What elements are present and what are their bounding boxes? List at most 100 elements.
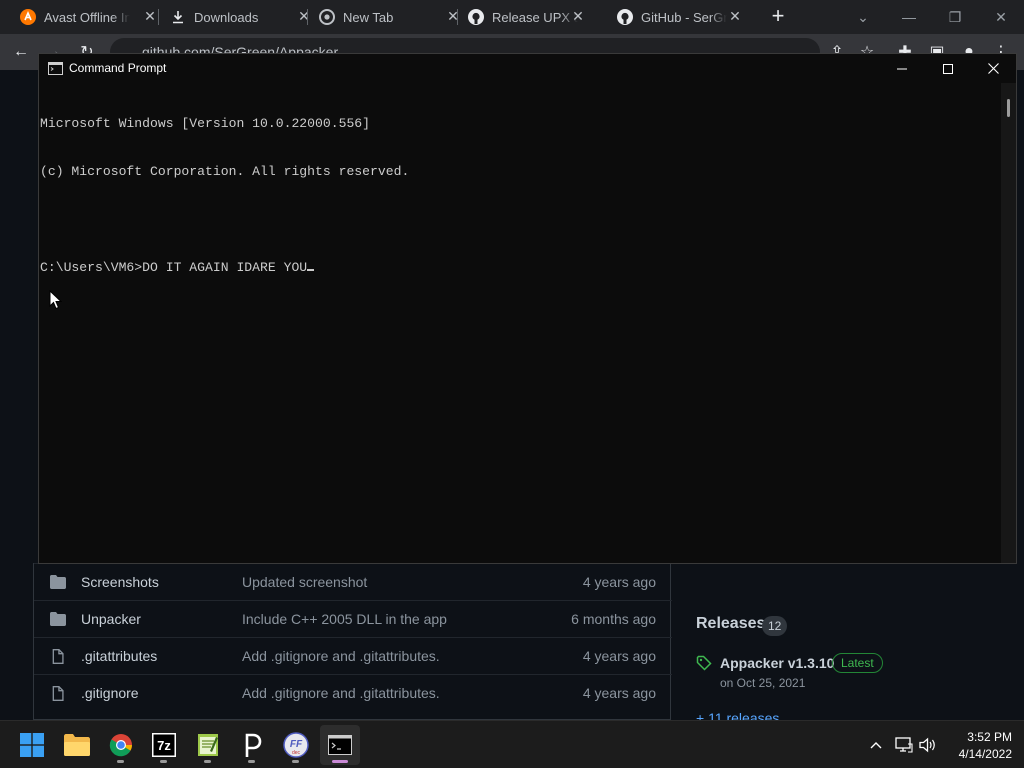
- terminal-prompt-text: C:\Users\VM6>DO IT AGAIN IDARE YOU: [40, 260, 308, 275]
- file-icon: [52, 686, 64, 701]
- terminal-icon: [328, 735, 352, 755]
- tab-title: Avast Offline Installer: [44, 9, 130, 25]
- taskbar-clock-time[interactable]: 3:52 PM: [952, 730, 1012, 744]
- svg-text:FF: FF: [290, 739, 303, 750]
- file-row[interactable]: .gitattributes Add .gitignore and .gitat…: [34, 637, 672, 674]
- back-arrow-icon[interactable]: ←: [10, 41, 32, 63]
- notepad-plus-icon: [198, 734, 218, 756]
- tab-avast[interactable]: Avast Offline Installer ✕: [20, 0, 156, 34]
- terminal-line: Microsoft Windows [Version 10.0.22000.55…: [40, 116, 371, 131]
- running-indicator: [292, 760, 299, 763]
- commit-message[interactable]: Add .gitignore and .gitattributes.: [242, 685, 440, 701]
- cmd-window-title: Command Prompt: [69, 61, 167, 75]
- text-cursor: [307, 269, 315, 271]
- taskbar-ffdec[interactable]: FF dec: [276, 725, 316, 765]
- running-indicator: [204, 760, 211, 763]
- taskbar-file-explorer[interactable]: [57, 725, 97, 765]
- tab-title: Downloads: [194, 9, 259, 25]
- tab-downloads[interactable]: Downloads ✕: [170, 0, 310, 34]
- close-icon[interactable]: ✕: [570, 8, 586, 24]
- commit-age: 6 months ago: [571, 611, 656, 627]
- volume-icon[interactable]: [918, 735, 938, 755]
- restore-icon[interactable]: ❐: [932, 0, 978, 34]
- file-explorer-icon: [64, 734, 90, 756]
- tab-separator: [158, 9, 159, 25]
- maximize-icon[interactable]: [925, 54, 971, 83]
- github-icon: [617, 9, 633, 25]
- close-icon[interactable]: ✕: [445, 8, 461, 24]
- commit-message[interactable]: Include C++ 2005 DLL in the app: [242, 611, 447, 627]
- folder-icon: [50, 575, 66, 589]
- taskbar-notepad-plus[interactable]: [188, 725, 228, 765]
- cmd-scrollbar[interactable]: [1001, 83, 1016, 563]
- close-icon[interactable]: [970, 54, 1016, 83]
- command-prompt-window[interactable]: Command Prompt Microsoft Windows [Versio…: [38, 53, 1017, 564]
- start-button[interactable]: [12, 725, 52, 765]
- new-tab-button[interactable]: +: [766, 5, 790, 29]
- scrollbar-thumb[interactable]: [1007, 99, 1010, 117]
- commit-message[interactable]: Add .gitignore and .gitattributes.: [242, 648, 440, 664]
- minimize-icon[interactable]: —: [886, 0, 932, 34]
- latest-release-link[interactable]: Appacker v1.3.10: [720, 655, 834, 671]
- taskbar-chrome[interactable]: [101, 725, 141, 765]
- commit-message[interactable]: Updated screenshot: [242, 574, 367, 590]
- tab-separator: [307, 9, 308, 25]
- file-name[interactable]: Unpacker: [81, 611, 141, 627]
- commit-age: 4 years ago: [582, 574, 656, 590]
- file-list: Screenshots Updated screenshot 4 years a…: [33, 563, 672, 720]
- releases-heading[interactable]: Releases: [696, 615, 765, 633]
- taskbar-pycharm[interactable]: [232, 725, 272, 765]
- running-indicator: [117, 760, 124, 763]
- tab-title: GitHub - SerGreen/Appacker: [641, 9, 727, 25]
- tab-title: New Tab: [343, 9, 394, 25]
- file-row[interactable]: Screenshots Updated screenshot 4 years a…: [34, 563, 672, 600]
- tab-separator: [457, 9, 458, 25]
- tab-github-appacker[interactable]: GitHub - SerGreen/Appacker ✕: [617, 0, 741, 34]
- folder-icon: [50, 612, 66, 626]
- file-name[interactable]: Screenshots: [81, 574, 159, 590]
- releases-count-badge: 12: [762, 616, 788, 636]
- close-icon[interactable]: ✕: [978, 0, 1024, 34]
- terminal-output[interactable]: Microsoft Windows [Version 10.0.22000.55…: [39, 83, 1001, 563]
- chevron-up-icon[interactable]: [866, 735, 886, 755]
- avast-icon: [20, 9, 36, 25]
- svg-text:dec: dec: [292, 750, 301, 756]
- ffdec-icon: FFdec: [283, 732, 309, 758]
- commit-age: 4 years ago: [582, 648, 656, 664]
- close-icon[interactable]: ✕: [296, 8, 312, 24]
- start-icon: [20, 733, 44, 757]
- file-name[interactable]: .gitattributes: [81, 648, 157, 664]
- minimize-icon[interactable]: [879, 54, 925, 83]
- windows-taskbar: 7z FF dec 3:52 PM 4/14/2022: [0, 720, 1024, 768]
- file-icon: [52, 649, 64, 664]
- terminal-line: (c) Microsoft Corporation. All rights re…: [40, 164, 410, 179]
- taskbar-command-prompt[interactable]: [320, 725, 360, 765]
- running-indicator: [248, 760, 255, 763]
- file-row[interactable]: .gitignore Add .gitignore and .gitattrib…: [34, 674, 672, 711]
- tag-icon: [696, 655, 712, 671]
- file-name[interactable]: .gitignore: [81, 685, 139, 701]
- tab-release-upx[interactable]: Release UPX 3.96 ✕: [468, 0, 584, 34]
- taskbar-clock-date[interactable]: 4/14/2022: [942, 747, 1012, 761]
- chrome-icon: [109, 734, 132, 757]
- network-icon[interactable]: [894, 735, 914, 755]
- file-row[interactable]: Unpacker Include C++ 2005 DLL in the app…: [34, 600, 672, 637]
- chevron-down-icon[interactable]: ⌄: [840, 0, 886, 34]
- terminal-prompt-line[interactable]: C:\Users\VM6>DO IT AGAIN IDARE YOU: [40, 260, 1001, 276]
- more-releases-link[interactable]: + 11 releases: [696, 710, 779, 720]
- tab-title: Release UPX 3.96: [492, 9, 578, 25]
- cmd-titlebar[interactable]: Command Prompt: [39, 54, 1016, 83]
- running-indicator: [160, 760, 167, 763]
- 7zip-icon: 7z: [152, 733, 176, 757]
- mouse-pointer-icon: [49, 290, 63, 310]
- active-window-indicator: [332, 760, 348, 763]
- close-icon[interactable]: ✕: [142, 8, 158, 24]
- close-icon[interactable]: ✕: [727, 8, 743, 24]
- taskbar-7zip[interactable]: 7z: [144, 725, 184, 765]
- download-icon: [170, 9, 186, 25]
- github-icon: [468, 9, 484, 25]
- tab-new-tab[interactable]: New Tab ✕: [319, 0, 459, 34]
- cmd-app-icon: [48, 62, 63, 75]
- pycharm-icon: [245, 733, 262, 757]
